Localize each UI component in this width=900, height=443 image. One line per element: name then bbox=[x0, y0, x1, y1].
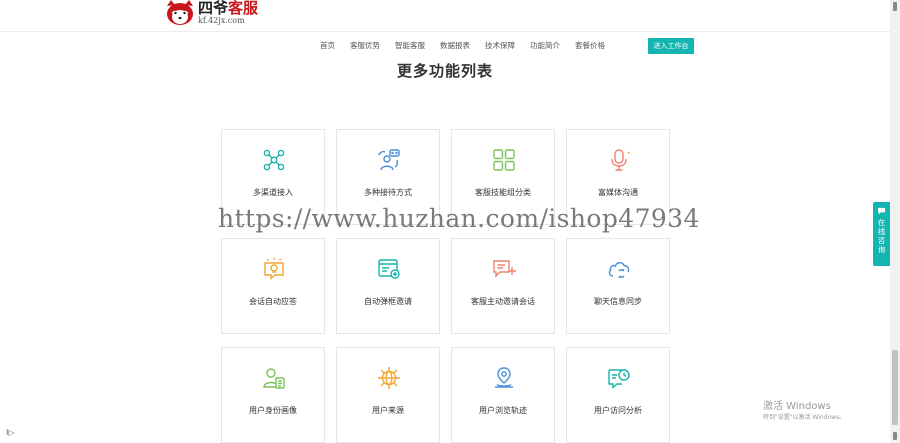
main-nav: 首页 客服优势 智能客服 数据报表 技术保障 功能简介 套餐价格 bbox=[320, 40, 620, 51]
site-header: 四爷客服 kf.42jx.com bbox=[0, 0, 890, 32]
logo-url: kf.42jx.com bbox=[198, 16, 245, 25]
section-title: 更多功能列表 bbox=[396, 62, 493, 80]
feature-label: 多渠道接入 bbox=[253, 188, 293, 197]
feature-card-visit-analysis[interactable]: 用户访问分析 bbox=[566, 347, 670, 443]
nav-item-reports[interactable]: 数据报表 bbox=[440, 40, 470, 51]
popup-window-icon bbox=[378, 259, 400, 279]
feature-label: 客服主动邀请会话 bbox=[471, 297, 535, 306]
feature-label: 富媒体沟通 bbox=[598, 188, 638, 197]
online-consult-label: 在线咨询 bbox=[877, 218, 886, 254]
red-panda-logo-icon bbox=[167, 0, 193, 25]
watermark-url: https://www.huzhan.com/ishop47934 bbox=[218, 204, 700, 233]
nav-item-smart-service[interactable]: 智能客服 bbox=[395, 40, 425, 51]
feature-label: 自动弹框邀请 bbox=[364, 297, 412, 306]
nav-item-features[interactable]: 功能简介 bbox=[530, 40, 560, 51]
reception-modes-icon bbox=[378, 149, 400, 171]
multi-channel-icon bbox=[263, 149, 285, 171]
feature-card-user-source[interactable]: 用户来源 bbox=[336, 347, 440, 443]
feature-label: 用户身份画像 bbox=[249, 406, 297, 415]
feature-label: 用户浏览轨迹 bbox=[479, 406, 527, 415]
feature-label: 用户访问分析 bbox=[594, 406, 642, 415]
chat-plus-icon bbox=[493, 260, 516, 278]
scroll-up-icon[interactable] bbox=[893, 2, 897, 11]
nav-item-advantages[interactable]: 客服优势 bbox=[350, 40, 380, 51]
online-consult-tab[interactable]: 在线咨询 bbox=[873, 202, 890, 266]
feature-label: 多种接待方式 bbox=[364, 188, 412, 197]
feature-card-browse-trail[interactable]: 用户浏览轨迹 bbox=[451, 347, 555, 443]
corner-play-icon: I▷ bbox=[6, 428, 15, 437]
windows-activation-title: 激活 Windows bbox=[763, 401, 831, 412]
feature-label: 会话自动应答 bbox=[249, 297, 297, 306]
lightbulb-chat-icon bbox=[264, 258, 284, 281]
logo-title-black: 四爷 bbox=[198, 0, 229, 17]
cloud-sync-icon bbox=[608, 262, 630, 278]
feature-card-auto-reply[interactable]: 会话自动应答 bbox=[221, 238, 325, 334]
feature-card-user-profile[interactable]: 用户身份画像 bbox=[221, 347, 325, 443]
enter-workbench-button[interactable]: 进入工作台 bbox=[648, 38, 694, 54]
scroll-down-icon[interactable] bbox=[893, 432, 897, 440]
nav-item-home[interactable]: 首页 bbox=[320, 40, 335, 51]
logo-title-red: 客服 bbox=[228, 0, 259, 17]
nav-item-pricing[interactable]: 套餐价格 bbox=[575, 40, 605, 51]
chat-bubble-icon bbox=[877, 207, 886, 215]
skill-group-grid-icon bbox=[493, 149, 515, 171]
feature-label: 用户来源 bbox=[372, 406, 404, 415]
chat-clock-icon bbox=[608, 369, 630, 390]
microphone-icon bbox=[611, 149, 630, 171]
windows-activation-notice: 激活 Windows 转到"设置"以激活 Windows。 bbox=[763, 401, 845, 422]
feature-label: 聊天信息同步 bbox=[594, 297, 642, 306]
scrollbar-thumb[interactable] bbox=[892, 350, 898, 425]
feature-card-active-invite[interactable]: 客服主动邀请会话 bbox=[451, 238, 555, 334]
globe-network-icon bbox=[378, 367, 400, 389]
nav-item-tech-support[interactable]: 技术保障 bbox=[485, 40, 515, 51]
windows-activation-subtitle: 转到"设置"以激活 Windows。 bbox=[763, 414, 846, 421]
location-pin-icon bbox=[495, 367, 513, 388]
user-profile-icon bbox=[263, 368, 285, 389]
feature-card-auto-popup[interactable]: 自动弹框邀请 bbox=[336, 238, 440, 334]
feature-label: 客服技能组分类 bbox=[475, 188, 531, 197]
site-logo[interactable]: 四爷客服 kf.42jx.com bbox=[165, 0, 258, 27]
feature-card-chat-sync[interactable]: 聊天信息同步 bbox=[566, 238, 670, 334]
logo-title: 四爷客服 bbox=[198, 1, 258, 16]
